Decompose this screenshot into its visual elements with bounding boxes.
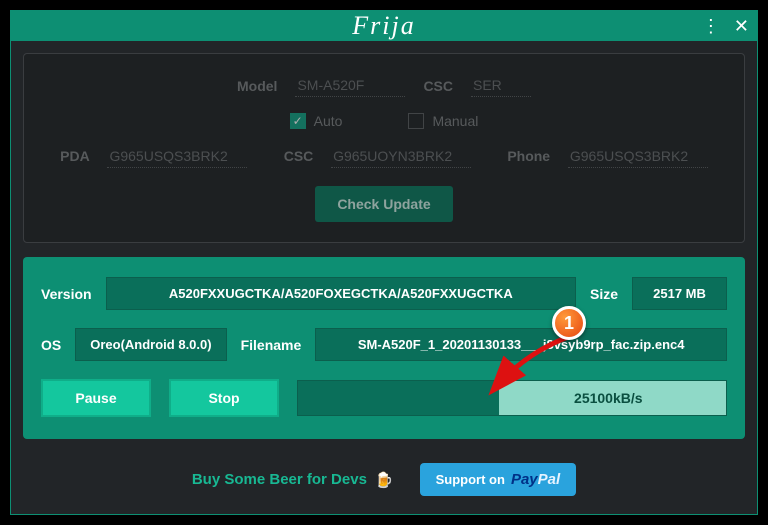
version-value: A520FXXUGCTKA/A520FOXEGCTKA/A520FXXUGCTK… — [106, 277, 576, 310]
beer-icon: 🍺 — [375, 471, 394, 489]
beer-text: Buy Some Beer for Devs — [192, 471, 367, 488]
pause-button[interactable]: Pause — [41, 379, 151, 417]
close-icon[interactable]: ✕ — [734, 16, 749, 37]
pda-label: PDA — [60, 148, 90, 164]
paypal-button[interactable]: Support on PayPal — [420, 463, 577, 496]
app-title: Frija — [352, 11, 415, 41]
filename-label: Filename — [241, 337, 302, 353]
checkbox-empty-icon — [408, 113, 424, 129]
filename-value: SM-A520F_1_20201130133___j8vsyb9rp_fac.z… — [315, 328, 727, 361]
phone-label: Phone — [507, 148, 550, 164]
app-window: Frija ⋮ ✕ Model CSC ✓ Auto Manual — [10, 10, 758, 515]
version-label: Version — [41, 286, 92, 302]
size-label: Size — [590, 286, 618, 302]
paypal-logo: PayPal — [511, 471, 560, 488]
support-text: Support on — [436, 472, 505, 487]
footer: Buy Some Beer for Devs 🍺 Support on PayP… — [23, 453, 745, 510]
download-panel: Version A520FXXUGCTKA/A520FOXEGCTKA/A520… — [23, 257, 745, 439]
download-speed: 25100kB/s — [298, 381, 726, 415]
manual-label: Manual — [432, 113, 478, 129]
model-label: Model — [237, 78, 277, 94]
check-icon: ✓ — [290, 113, 306, 129]
check-update-button[interactable]: Check Update — [315, 186, 452, 222]
os-value: Oreo(Android 8.0.0) — [75, 328, 226, 361]
donate-beer-link[interactable]: Buy Some Beer for Devs 🍺 — [192, 471, 394, 489]
csc-input[interactable] — [471, 74, 531, 97]
phone-group: Phone — [507, 145, 708, 168]
csc2-input[interactable] — [331, 145, 471, 168]
auto-label: Auto — [314, 113, 343, 129]
size-value: 2517 MB — [632, 277, 727, 310]
csc-label: CSC — [423, 78, 453, 94]
model-input[interactable] — [295, 74, 405, 97]
phone-input[interactable] — [568, 145, 708, 168]
manual-checkbox[interactable]: Manual — [408, 113, 478, 129]
titlebar: Frija ⋮ ✕ — [11, 11, 757, 41]
os-label: OS — [41, 337, 61, 353]
content: Model CSC ✓ Auto Manual PDA — [11, 41, 757, 522]
download-progress: 25100kB/s — [297, 380, 727, 416]
pda-group: PDA — [60, 145, 247, 168]
title-controls: ⋮ ✕ — [702, 11, 749, 41]
auto-checkbox[interactable]: ✓ Auto — [290, 113, 343, 129]
csc2-label: CSC — [284, 148, 314, 164]
firmware-query-panel: Model CSC ✓ Auto Manual PDA — [23, 53, 745, 243]
pda-input[interactable] — [107, 145, 247, 168]
menu-icon[interactable]: ⋮ — [702, 16, 720, 37]
csc2-group: CSC — [284, 145, 471, 168]
stop-button[interactable]: Stop — [169, 379, 279, 417]
